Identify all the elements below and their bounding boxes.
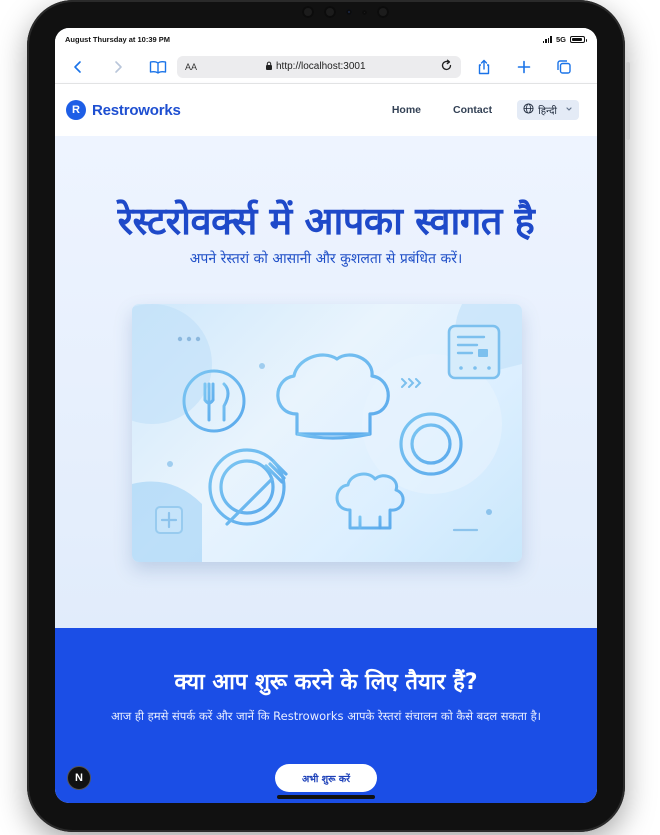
cta-subtitle: आज ही हमसे संपर्क करें और जानें कि Restr… (110, 709, 542, 723)
hero-illustration (132, 304, 522, 562)
lock-icon (265, 61, 273, 72)
logo-badge[interactable]: R (66, 100, 86, 120)
brand-name[interactable]: Restroworks (92, 102, 181, 119)
nav-home-link[interactable]: Home (392, 104, 421, 116)
menu-card-icon (447, 324, 501, 380)
language-label: हिन्दी (538, 106, 557, 117)
plate-fork-icon (208, 448, 288, 526)
cta-title: क्या आप शुरू करने के लिए तैयार हैं? (174, 670, 478, 695)
chevron-down-icon (565, 105, 573, 116)
share-icon[interactable] (471, 54, 497, 80)
nextjs-dev-badge[interactable]: N (67, 766, 91, 790)
battery-level (572, 37, 583, 41)
hero-subtitle: अपने रेस्तरां को आसानी और कुशलता से प्रब… (189, 251, 463, 267)
main-nav: Home Contact हिन्दी (392, 84, 579, 136)
battery-icon (570, 35, 587, 43)
camera-lens (302, 6, 314, 18)
address-bar[interactable]: AA http://localhost:3001 (177, 55, 461, 78)
get-started-button[interactable]: अभी शुरू करें (275, 764, 377, 792)
status-datetime: August Thursday at 10:39 PM (65, 34, 171, 44)
plus-icon (155, 506, 183, 534)
camera-sensor (346, 9, 352, 15)
browser-toolbar: AA http://localhost:3001 (55, 50, 597, 84)
url-text: http://localhost:3001 (276, 61, 366, 72)
camera-array (302, 5, 412, 19)
hero-section: रेस्टरोवर्क्स में आपका स्वागत है अपने रे… (55, 136, 597, 628)
camera-sensor (362, 9, 367, 15)
network-label: 5G (555, 34, 566, 44)
language-selector[interactable]: हिन्दी (517, 100, 579, 120)
screen: August Thursday at 10:39 PM 5G AA http:/… (55, 28, 597, 803)
side-button (626, 62, 630, 140)
status-bar: August Thursday at 10:39 PM 5G (55, 28, 597, 50)
bookmarks-icon[interactable] (145, 54, 171, 80)
globe-icon (523, 103, 534, 117)
tabs-icon[interactable] (551, 54, 577, 80)
new-tab-icon[interactable] (511, 54, 537, 80)
home-indicator (277, 795, 375, 799)
dots-decoration (177, 336, 201, 342)
camera-lens (324, 6, 336, 18)
text-size-icon[interactable]: AA (185, 62, 265, 72)
reload-icon[interactable] (440, 59, 453, 75)
cta-section: क्या आप शुरू करने के लिए तैयार हैं? आज ह… (55, 628, 597, 803)
site-header: R Restroworks Home Contact हिन्दी (55, 84, 597, 136)
signal-icon (542, 35, 552, 43)
hero-title: रेस्टरोवर्क्स में आपका स्वागत है (117, 199, 535, 243)
camera-lens (377, 6, 389, 18)
back-icon[interactable] (65, 54, 91, 80)
nav-contact-link[interactable]: Contact (453, 104, 492, 116)
forward-icon[interactable] (105, 54, 131, 80)
